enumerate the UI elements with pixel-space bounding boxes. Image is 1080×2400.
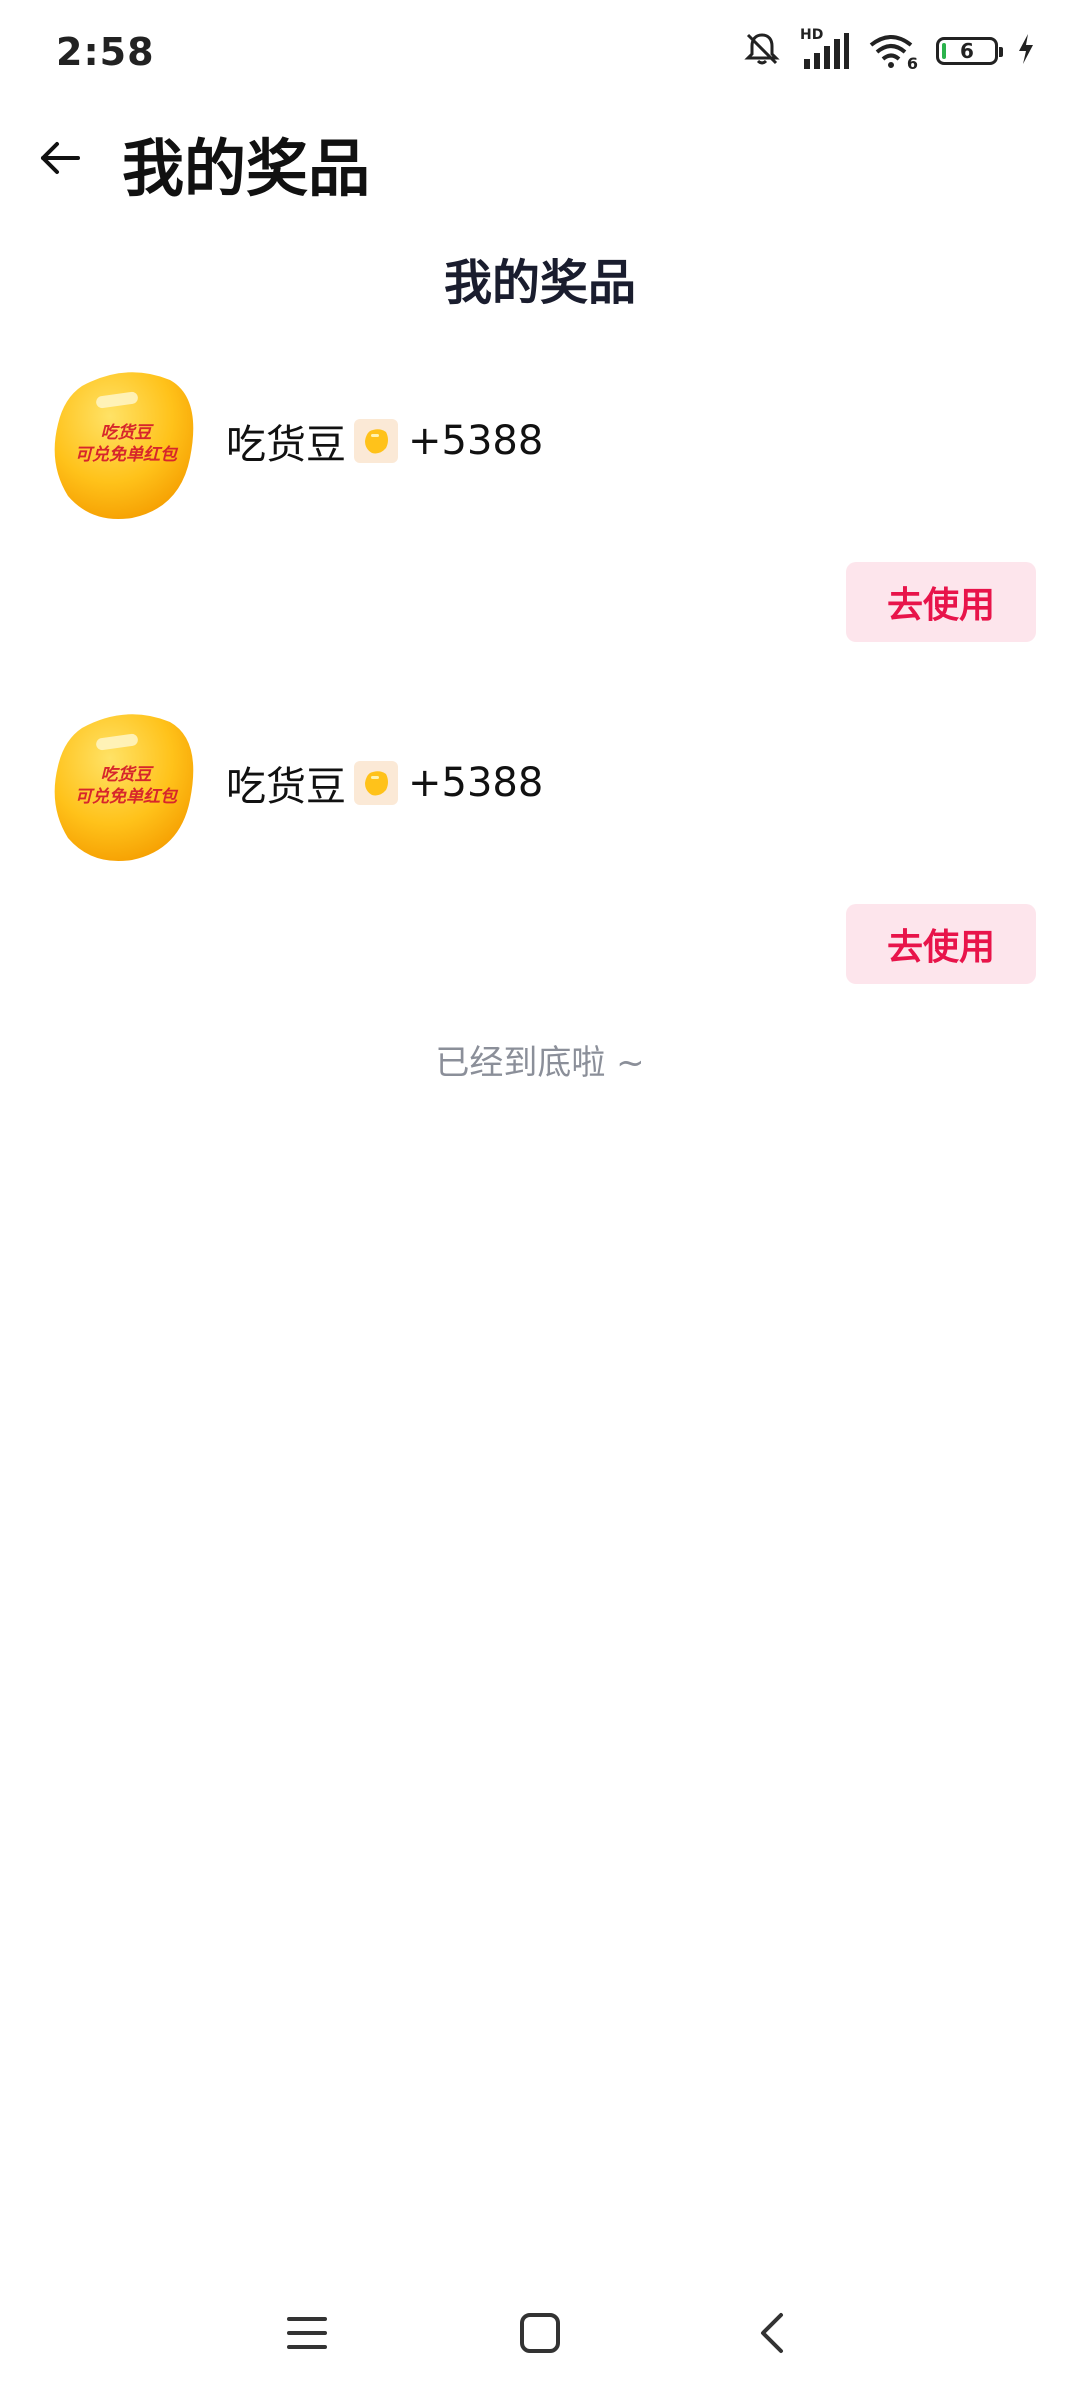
- system-back-button[interactable]: [738, 2300, 808, 2370]
- system-nav-bar: [0, 2290, 1080, 2380]
- status-time: 2:58: [56, 30, 155, 74]
- status-bar: 2:58 HD 6 6: [0, 0, 1080, 104]
- signal-icon: HD: [800, 27, 850, 71]
- home-button[interactable]: [505, 2300, 575, 2370]
- menu-button[interactable]: [272, 2300, 342, 2370]
- prize-thumbnail: 吃货豆 可兑免单红包: [52, 710, 200, 862]
- prize-thumbnail: 吃货豆 可兑免单红包: [52, 368, 200, 520]
- status-icons: HD 6 6: [742, 27, 1036, 74]
- prize-amount: +5388: [408, 760, 544, 806]
- prize-title: 吃货豆 +5388: [226, 754, 543, 812]
- thumb-text-line2: 可兑免单红包: [75, 445, 179, 465]
- end-of-list-hint: 已经到底啦 ~: [435, 1043, 645, 1083]
- prize-name: 吃货豆: [226, 764, 346, 810]
- back-arrow-icon: [38, 136, 82, 184]
- back-icon: [753, 2311, 793, 2359]
- page-heading: 我的奖品: [443, 255, 636, 311]
- menu-icon: [285, 2313, 329, 2357]
- prize-item: 吃货豆 可兑免单红包 吃货豆 +5388 去使用: [0, 710, 1080, 1010]
- use-button[interactable]: 去使用: [846, 562, 1036, 642]
- battery-icon: 6: [936, 37, 1003, 65]
- thumb-text-line1: 吃货豆: [101, 765, 155, 785]
- wifi-label: 6: [906, 54, 918, 73]
- battery-level: 6: [960, 39, 974, 63]
- top-nav: 我的奖品: [0, 110, 1080, 210]
- bean-icon: [354, 761, 398, 805]
- nav-title: 我的奖品: [122, 132, 371, 205]
- thumb-text-line2: 可兑免单红包: [75, 787, 179, 807]
- prize-title: 吃货豆 +5388: [226, 412, 543, 470]
- home-icon: [518, 2311, 562, 2359]
- prize-amount: +5388: [408, 418, 544, 464]
- charging-icon: [1016, 32, 1036, 70]
- prize-item: 吃货豆 可兑免单红包 吃货豆 +5388 去使用: [0, 368, 1080, 668]
- use-button[interactable]: 去使用: [846, 904, 1036, 984]
- wifi-icon: 6: [868, 31, 918, 73]
- back-button[interactable]: [30, 130, 90, 190]
- bell-off-icon: [742, 29, 782, 73]
- thumb-text-line1: 吃货豆: [101, 423, 155, 443]
- prize-name: 吃货豆: [226, 422, 346, 468]
- bean-icon: [354, 419, 398, 463]
